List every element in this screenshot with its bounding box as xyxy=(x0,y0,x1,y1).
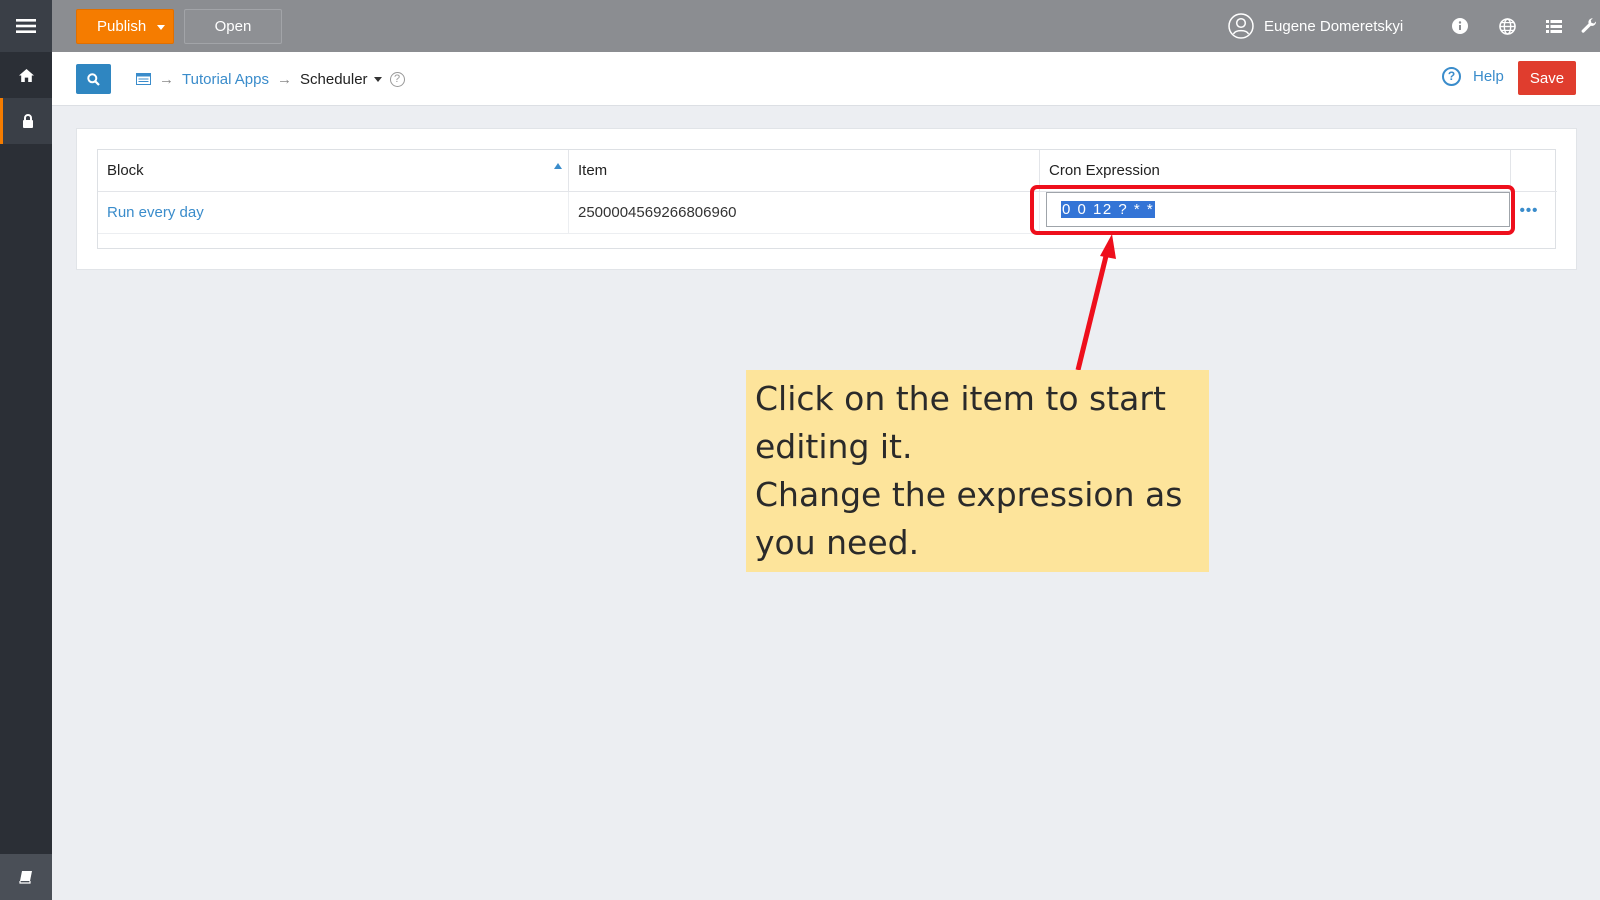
breadcrumb: → Tutorial Apps → Scheduler ? xyxy=(136,67,405,91)
app-window-icon[interactable] xyxy=(136,73,151,85)
home-icon[interactable] xyxy=(0,52,52,98)
column-header-actions xyxy=(1511,150,1557,192)
arrow-right-icon: → xyxy=(159,70,174,88)
search-button[interactable] xyxy=(76,64,111,94)
callout-line: editing it. xyxy=(755,427,913,466)
sub-header: → Tutorial Apps → Scheduler ? ? Help Sav… xyxy=(52,52,1600,106)
more-options-icon[interactable]: ••• xyxy=(1520,200,1538,220)
list-icon[interactable] xyxy=(1543,15,1565,37)
help-link[interactable]: ? Help xyxy=(1442,67,1504,86)
publish-button[interactable]: Publish xyxy=(76,9,174,44)
column-header-label: Cron Expression xyxy=(1049,162,1160,179)
left-sidebar xyxy=(0,0,52,900)
book-icon[interactable] xyxy=(0,854,52,900)
open-button[interactable]: Open xyxy=(184,9,282,44)
breadcrumb-tutorial-apps[interactable]: Tutorial Apps xyxy=(182,71,269,88)
column-header-label: Block xyxy=(107,162,144,179)
top-toolbar: Publish Open Eugene Domeretskyi xyxy=(52,0,1600,52)
arrow-right-icon: → xyxy=(277,70,292,88)
publish-button-label: Publish xyxy=(97,18,147,35)
annotation-callout: Click on the item to start editing it. C… xyxy=(746,370,1209,572)
block-link[interactable]: Run every day xyxy=(107,204,204,221)
menu-icon[interactable] xyxy=(0,0,52,52)
column-header-block[interactable]: Block xyxy=(98,150,569,192)
callout-line: Change the expression as xyxy=(755,475,1183,514)
info-icon[interactable] xyxy=(1449,15,1471,37)
cell-block[interactable]: Run every day xyxy=(98,192,569,234)
column-header-item[interactable]: Item xyxy=(569,150,1040,192)
item-value: 2500004569266806960 xyxy=(578,204,737,221)
save-button[interactable]: Save xyxy=(1518,61,1576,95)
lock-icon[interactable] xyxy=(0,98,52,144)
sort-ascending-icon[interactable] xyxy=(554,163,562,169)
open-button-label: Open xyxy=(214,18,252,35)
cell-item[interactable]: 2500004569266806960 xyxy=(569,192,1040,234)
help-circle-icon: ? xyxy=(1442,67,1461,86)
highlight-box xyxy=(1030,185,1515,235)
column-header-label: Item xyxy=(578,162,608,179)
search-icon xyxy=(87,72,100,86)
callout-line: Click on the item to start xyxy=(755,379,1166,418)
chevron-down-icon[interactable] xyxy=(373,76,382,82)
breadcrumb-scheduler[interactable]: Scheduler xyxy=(300,71,368,88)
save-button-label: Save xyxy=(1529,69,1565,87)
chevron-down-icon[interactable] xyxy=(157,25,165,30)
help-label: Help xyxy=(1473,68,1504,85)
callout-line: you need. xyxy=(755,523,920,562)
question-icon[interactable]: ? xyxy=(389,71,405,87)
user-menu[interactable]: Eugene Domeretskyi xyxy=(1228,12,1403,40)
user-name: Eugene Domeretskyi xyxy=(1264,17,1404,35)
user-avatar-icon xyxy=(1228,13,1254,39)
wrench-icon[interactable] xyxy=(1578,15,1600,37)
globe-icon[interactable] xyxy=(1496,15,1518,37)
